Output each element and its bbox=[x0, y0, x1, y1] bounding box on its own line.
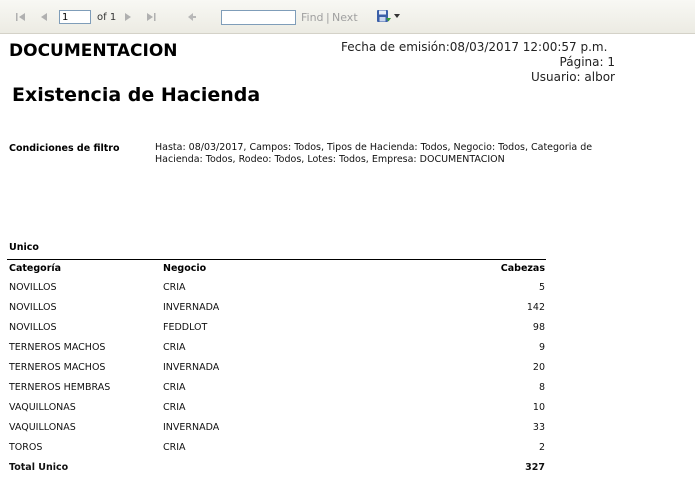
cell-negocio: CRIA bbox=[163, 282, 186, 293]
cell-categoria: NOVILLOS bbox=[9, 282, 57, 293]
column-header-negocio: Negocio bbox=[163, 263, 207, 274]
cell-cabezas: 9 bbox=[538, 342, 545, 353]
issue-date: Fecha de emisión:08/03/2017 12:00:57 p.m… bbox=[341, 40, 608, 54]
cell-categoria: TERNEROS MACHOS bbox=[9, 362, 106, 373]
cell-categoria: TERNEROS HEMBRAS bbox=[9, 382, 111, 393]
last-page-icon[interactable] bbox=[145, 11, 157, 23]
next-page-icon[interactable] bbox=[122, 11, 134, 23]
cell-cabezas: 10 bbox=[532, 402, 545, 413]
report-toolbar: of 1 Find | Next bbox=[0, 0, 695, 34]
total-value: 327 bbox=[525, 462, 545, 473]
export-save-icon[interactable] bbox=[376, 9, 392, 23]
page-count-label: of 1 bbox=[97, 12, 117, 23]
cell-negocio: INVERNADA bbox=[163, 302, 220, 313]
table-header-divider bbox=[7, 259, 546, 260]
cell-cabezas: 33 bbox=[532, 422, 545, 433]
cell-categoria: TERNEROS MACHOS bbox=[9, 342, 106, 353]
column-header-cabezas: Cabezas bbox=[500, 263, 545, 274]
filter-conditions-text: Hasta: 08/03/2017, Campos: Todos, Tipos … bbox=[155, 142, 593, 165]
cell-cabezas: 142 bbox=[526, 302, 545, 313]
find-next-link[interactable]: Next bbox=[332, 11, 358, 25]
cell-categoria: TOROS bbox=[9, 442, 43, 453]
find-next-separator: | bbox=[326, 11, 330, 24]
total-label: Total Unico bbox=[9, 462, 69, 473]
find-text-input[interactable] bbox=[221, 10, 296, 25]
cell-categoria: NOVILLOS bbox=[9, 322, 57, 333]
cell-negocio: CRIA bbox=[163, 402, 186, 413]
back-to-parent-icon[interactable] bbox=[186, 11, 198, 23]
cell-negocio: CRIA bbox=[163, 342, 186, 353]
cell-negocio: CRIA bbox=[163, 382, 186, 393]
previous-page-icon[interactable] bbox=[38, 11, 50, 23]
export-dropdown-chevron-down-icon[interactable] bbox=[394, 14, 400, 18]
user-label: Usuario: albor bbox=[530, 70, 615, 84]
cell-categoria: NOVILLOS bbox=[9, 302, 57, 313]
cell-negocio: CRIA bbox=[163, 442, 186, 453]
cell-cabezas: 5 bbox=[538, 282, 545, 293]
cell-categoria: VAQUILLONAS bbox=[9, 402, 76, 413]
page-number-input[interactable] bbox=[59, 10, 91, 24]
cell-negocio: INVERNADA bbox=[163, 422, 220, 433]
group-label: Unico bbox=[9, 242, 39, 253]
cell-cabezas: 20 bbox=[532, 362, 545, 373]
cell-cabezas: 98 bbox=[532, 322, 545, 333]
find-link[interactable]: Find bbox=[301, 11, 324, 25]
cell-cabezas: 8 bbox=[538, 382, 545, 393]
cell-negocio: INVERNADA bbox=[163, 362, 220, 373]
first-page-icon[interactable] bbox=[15, 11, 27, 23]
filter-conditions-label: Condiciones de filtro bbox=[9, 143, 120, 154]
cell-cabezas: 2 bbox=[538, 442, 545, 453]
cell-categoria: VAQUILLONAS bbox=[9, 422, 76, 433]
column-header-categoria: Categoría bbox=[9, 263, 62, 274]
page-indicator: Página: 1 bbox=[559, 55, 615, 69]
cell-negocio: FEDDLOT bbox=[163, 322, 208, 333]
report-title: Existencia de Hacienda bbox=[12, 84, 261, 106]
company-name: DOCUMENTACION bbox=[9, 41, 178, 61]
